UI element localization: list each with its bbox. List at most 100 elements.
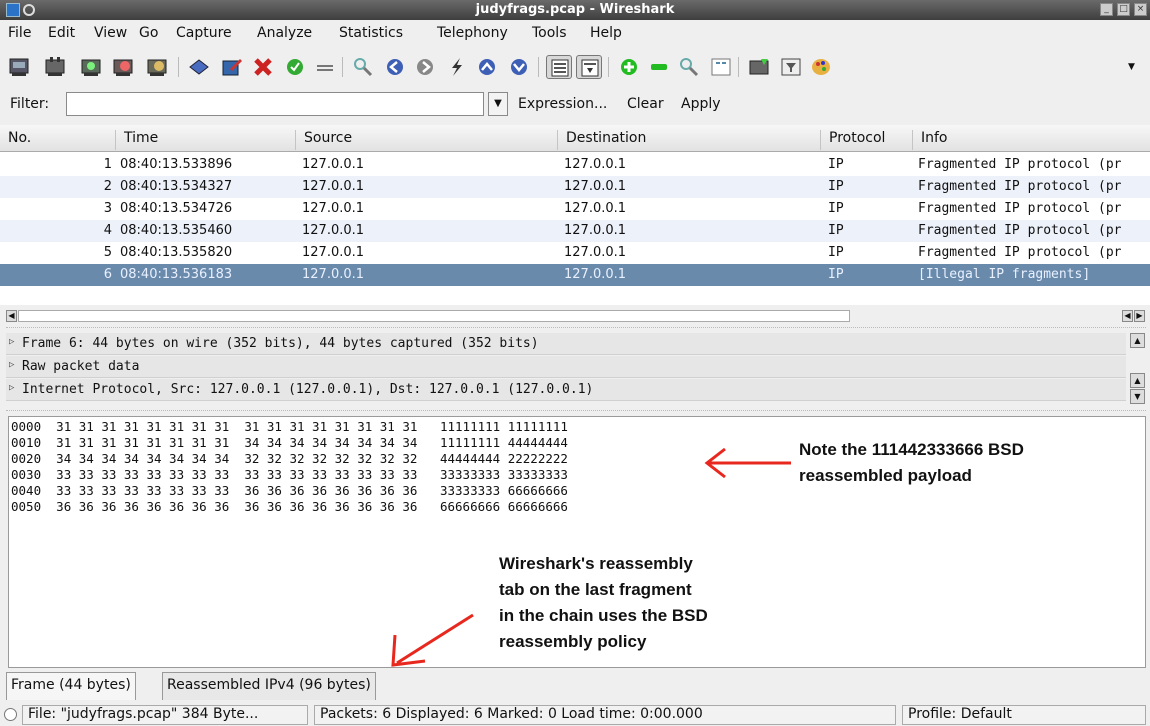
colorize-icon[interactable]	[546, 55, 572, 79]
packet-source: 127.0.0.1	[302, 157, 365, 172]
hex-row[interactable]: 0040 33 33 33 33 33 33 33 33 36 36 36 36…	[11, 483, 568, 499]
annotation-line: Note the 111442333666 BSD	[799, 440, 1024, 459]
filter-dropdown-button[interactable]: ▼	[488, 92, 508, 116]
auto-scroll-icon[interactable]	[576, 55, 602, 79]
packet-row[interactable]: 4 08:40:13.535460 127.0.0.1 127.0.0.1 IP…	[0, 220, 1150, 242]
status-profile[interactable]: Profile: Default	[902, 705, 1146, 725]
column-info[interactable]: Info	[912, 130, 1150, 150]
expression-button[interactable]: Expression...	[518, 96, 607, 112]
menu-go[interactable]: Go	[139, 25, 158, 41]
menu-file[interactable]: File	[8, 25, 31, 41]
interfaces-icon[interactable]	[6, 55, 32, 79]
hex-ascii: 66666666 66666666	[439, 499, 568, 514]
tab-reassembled-ipv4[interactable]: Reassembled IPv4 (96 bytes)	[162, 672, 376, 700]
packet-info: Fragmented IP protocol (pr	[918, 223, 1122, 238]
go-forward-icon[interactable]	[412, 55, 438, 79]
minimize-button[interactable]: _	[1100, 3, 1113, 16]
menu-analyze[interactable]: Analyze	[257, 25, 312, 41]
expert-info-icon[interactable]	[4, 708, 17, 721]
hex-row[interactable]: 0020 34 34 34 34 34 34 34 34 32 32 32 32…	[11, 451, 568, 467]
close-file-icon[interactable]	[250, 55, 276, 79]
tab-frame[interactable]: Frame (44 bytes)	[6, 672, 136, 700]
packet-time: 08:40:13.535460	[120, 223, 233, 238]
menu-capture[interactable]: Capture	[176, 25, 232, 41]
normal-size-icon[interactable]	[676, 55, 702, 79]
detail-row-frame[interactable]: ▷ Frame 6: 44 bytes on wire (352 bits), …	[6, 333, 1126, 355]
menu-edit[interactable]: Edit	[48, 25, 75, 41]
packet-row[interactable]: 5 08:40:13.535820 127.0.0.1 127.0.0.1 IP…	[0, 242, 1150, 264]
start-capture-icon[interactable]	[78, 55, 104, 79]
packet-row[interactable]: 3 08:40:13.534726 127.0.0.1 127.0.0.1 IP…	[0, 198, 1150, 220]
detail-row-raw[interactable]: ▷ Raw packet data	[6, 356, 1126, 378]
save-file-icon[interactable]	[218, 55, 244, 79]
display-filters-icon[interactable]	[778, 55, 804, 79]
hex-row[interactable]: 0050 36 36 36 36 36 36 36 36 36 36 36 36…	[11, 499, 568, 515]
go-last-icon[interactable]	[506, 55, 532, 79]
detail-text: Raw packet data	[22, 359, 140, 374]
capture-filters-icon[interactable]	[746, 55, 772, 79]
expand-arrow-icon[interactable]: ▷	[9, 360, 14, 370]
pane-splitter[interactable]	[6, 327, 1146, 328]
scroll-down-icon[interactable]: ▼	[1130, 389, 1145, 404]
zoom-out-icon[interactable]	[646, 55, 672, 79]
resize-columns-icon[interactable]	[708, 55, 734, 79]
packet-no: 3	[103, 201, 112, 216]
column-protocol[interactable]: Protocol	[820, 130, 912, 150]
print-icon[interactable]	[312, 55, 338, 79]
menu-telephony[interactable]: Telephony	[437, 25, 508, 41]
clear-button[interactable]: Clear	[627, 96, 664, 112]
column-source[interactable]: Source	[295, 130, 557, 150]
open-file-icon[interactable]	[186, 55, 212, 79]
expand-arrow-icon[interactable]: ▷	[9, 383, 14, 393]
packet-row-selected[interactable]: 6 08:40:13.536183 127.0.0.1 127.0.0.1 IP…	[0, 264, 1150, 286]
capture-options-icon[interactable]	[42, 55, 68, 79]
hex-row[interactable]: 0030 33 33 33 33 33 33 33 33 33 33 33 33…	[11, 467, 568, 483]
packet-row[interactable]: 1 08:40:13.533896 127.0.0.1 127.0.0.1 IP…	[0, 154, 1150, 176]
packet-list-hscrollbar[interactable]: ◀ ◀ ▶	[6, 308, 1148, 324]
scroll-up-icon[interactable]: ▲	[1130, 333, 1145, 348]
find-packet-icon[interactable]	[350, 55, 376, 79]
toolbar-overflow-icon[interactable]: ▼	[1128, 62, 1135, 72]
filter-input[interactable]	[66, 92, 484, 116]
scroll-right-icon[interactable]: ▶	[1134, 310, 1145, 322]
pane-splitter[interactable]	[6, 410, 1146, 411]
scroll-left-icon[interactable]: ◀	[1122, 310, 1133, 322]
toolbar-separator	[538, 57, 539, 77]
close-button[interactable]: ×	[1134, 3, 1147, 16]
reload-icon[interactable]	[282, 55, 308, 79]
scroll-left-icon[interactable]: ◀	[6, 310, 17, 322]
zoom-in-icon[interactable]	[616, 55, 642, 79]
packet-protocol: IP	[828, 245, 844, 260]
detail-row-ip[interactable]: ▷ Internet Protocol, Src: 127.0.0.1 (127…	[6, 379, 1126, 401]
hex-bytes: 33 33 33 33 33 33 33 33 33 33 33 33 33 3…	[56, 467, 418, 482]
column-no[interactable]: No.	[0, 130, 115, 150]
packet-bytes-pane[interactable]: 0000 31 31 31 31 31 31 31 31 31 31 31 31…	[8, 416, 1146, 668]
hex-bytes: 31 31 31 31 31 31 31 31 34 34 34 34 34 3…	[56, 435, 418, 450]
menu-statistics[interactable]: Statistics	[339, 25, 403, 41]
packet-protocol: IP	[828, 201, 844, 216]
go-back-icon[interactable]	[382, 55, 408, 79]
expand-arrow-icon[interactable]: ▷	[9, 337, 14, 347]
packet-source: 127.0.0.1	[302, 223, 365, 238]
menu-help[interactable]: Help	[590, 25, 622, 41]
hex-ascii: 11111111 11111111	[439, 419, 568, 434]
apply-button[interactable]: Apply	[681, 96, 721, 112]
column-time[interactable]: Time	[115, 130, 295, 150]
details-vscrollbar[interactable]: ▲ ▲ ▼	[1130, 333, 1146, 409]
menu-bar: File Edit View Go Capture Analyze Statis…	[0, 22, 1150, 46]
restart-capture-icon[interactable]	[144, 55, 170, 79]
stop-capture-icon[interactable]	[110, 55, 136, 79]
maximize-button[interactable]: □	[1117, 3, 1130, 16]
hscroll-thumb[interactable]	[18, 310, 850, 322]
go-first-icon[interactable]	[474, 55, 500, 79]
menu-tools[interactable]: Tools	[532, 25, 567, 41]
column-destination[interactable]: Destination	[557, 130, 820, 150]
menu-view[interactable]: View	[94, 25, 127, 41]
go-to-packet-icon[interactable]	[444, 55, 470, 79]
coloring-rules-icon[interactable]	[808, 55, 834, 79]
scroll-up-icon[interactable]: ▲	[1130, 373, 1145, 388]
hex-row[interactable]: 0000 31 31 31 31 31 31 31 31 31 31 31 31…	[11, 419, 568, 435]
packet-info: Fragmented IP protocol (pr	[918, 201, 1122, 216]
packet-row[interactable]: 2 08:40:13.534327 127.0.0.1 127.0.0.1 IP…	[0, 176, 1150, 198]
hex-row[interactable]: 0010 31 31 31 31 31 31 31 31 34 34 34 34…	[11, 435, 568, 451]
